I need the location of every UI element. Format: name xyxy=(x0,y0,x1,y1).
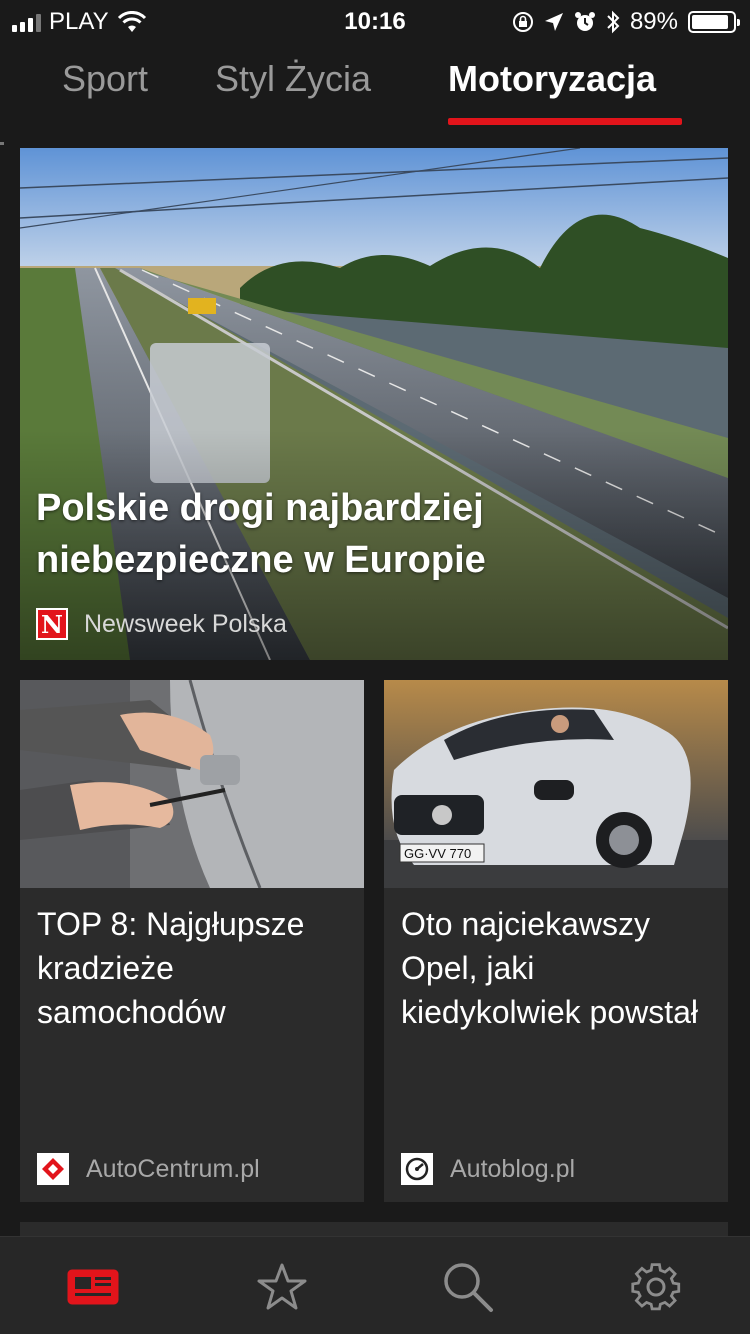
status-right: 89% xyxy=(512,8,740,36)
hero-source: N Newsweek Polska xyxy=(36,608,287,640)
tab-styl-zycia[interactable]: Styl Życia xyxy=(215,58,371,100)
news-icon xyxy=(67,1269,119,1305)
active-tab-indicator xyxy=(448,118,682,125)
hero-title[interactable]: Polskie drogi najbardziej niebezpieczne … xyxy=(36,482,676,586)
battery-level xyxy=(692,15,728,29)
newsweek-logo-icon: N xyxy=(36,608,68,640)
favorites-tab[interactable] xyxy=(254,1259,310,1315)
card-2-image: GG·VV 770 xyxy=(384,680,728,888)
license-plate-text: GG·VV 770 xyxy=(404,846,471,861)
location-icon xyxy=(544,13,563,31)
bluetooth-icon xyxy=(607,10,620,34)
orientation-lock-icon xyxy=(512,12,533,32)
settings-tab[interactable] xyxy=(628,1259,684,1315)
favorites-star-icon xyxy=(257,1263,307,1310)
news-tab[interactable] xyxy=(66,1259,122,1315)
card-1-image xyxy=(20,680,364,888)
article-card-1[interactable]: TOP 8: Najgłupsze kradzieże samochodów A… xyxy=(20,680,364,1202)
card-2-title[interactable]: Oto najciekawszy Opel, jaki kiedykolwiek… xyxy=(401,902,716,1034)
card-2-source: Autoblog.pl xyxy=(401,1153,575,1185)
hero-source-name: Newsweek Polska xyxy=(84,609,287,638)
hero-article[interactable]: Polskie drogi najbardziej niebezpieczne … xyxy=(20,148,728,660)
battery-percent: 89% xyxy=(629,8,678,35)
search-tab[interactable] xyxy=(440,1259,496,1315)
search-icon xyxy=(444,1263,493,1312)
article-card-2[interactable]: GG·VV 770 Oto najciekawszy Opel, jaki ki… xyxy=(384,680,728,1202)
card-1-source-name: AutoCentrum.pl xyxy=(86,1154,260,1183)
bottom-tab-bar xyxy=(0,1236,750,1334)
status-bar: PLAY 10:16 89% xyxy=(0,0,750,42)
autocentrum-logo-icon xyxy=(37,1153,69,1185)
tab-motoryzacja[interactable]: Motoryzacja xyxy=(448,58,656,100)
settings-gear-icon xyxy=(631,1263,681,1311)
card-2-source-name: Autoblog.pl xyxy=(450,1154,576,1183)
autoblog-logo-icon xyxy=(401,1153,433,1185)
card-1-title[interactable]: TOP 8: Najgłupsze kradzieże samochodów xyxy=(37,902,352,1034)
alarm-icon xyxy=(574,12,595,31)
tab-scroll-edge xyxy=(0,142,4,145)
card-1-source: AutoCentrum.pl xyxy=(37,1153,260,1185)
battery-icon xyxy=(688,11,740,33)
tab-sport[interactable]: Sport xyxy=(62,58,148,100)
